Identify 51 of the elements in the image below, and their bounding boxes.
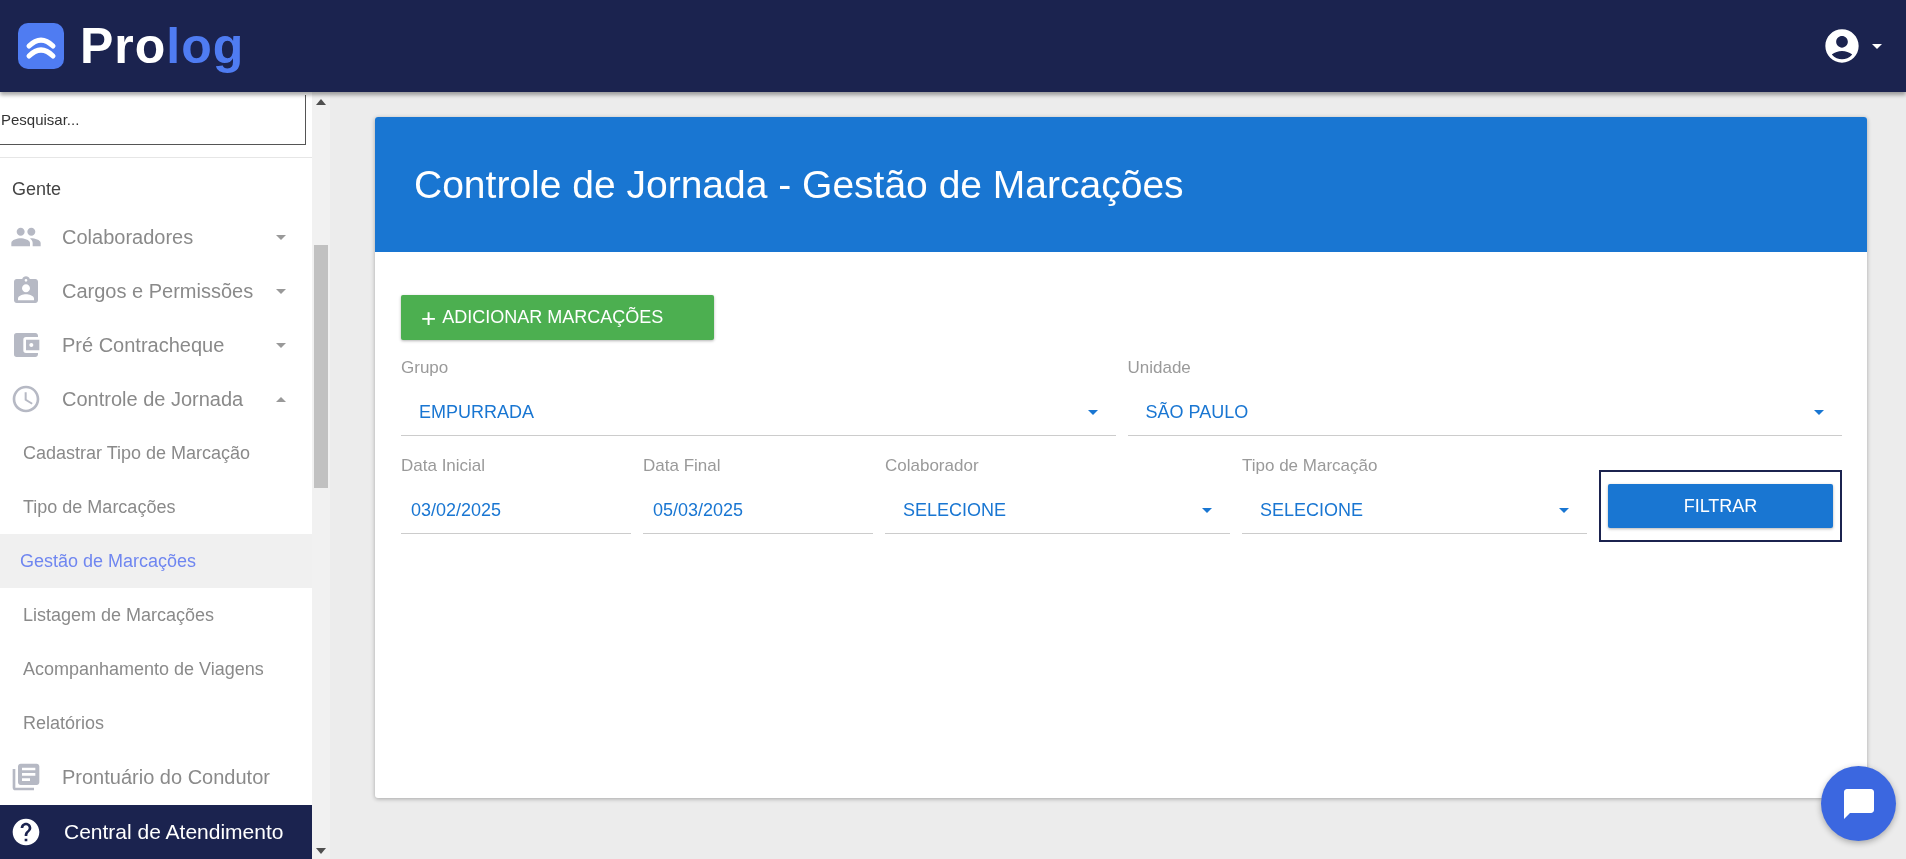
logo-wordmark: Prolog — [80, 21, 245, 71]
field-label: Unidade — [1127, 358, 1192, 378]
add-markings-button[interactable]: + ADICIONAR MARCAÇÕES — [401, 295, 714, 340]
sidebar-group-item[interactable]: Colaboradores — [0, 210, 312, 264]
logo-icon — [18, 23, 64, 69]
help-center-label: Central de Atendimento — [64, 820, 284, 844]
scroll-down-icon — [316, 847, 326, 855]
dropdown-caret-icon — [1202, 508, 1212, 513]
chat-button[interactable] — [1821, 766, 1896, 841]
search-field[interactable]: Pesquisar... — [0, 95, 306, 145]
dropdown-caret-icon — [1087, 410, 1098, 415]
sidebar-group-item[interactable]: Pré Contracheque — [0, 318, 312, 372]
sidebar-group-item[interactable]: Prontuário do Condutor — [0, 750, 312, 804]
scrollbar[interactable] — [312, 92, 330, 859]
caret-icon — [276, 342, 286, 348]
sidebar-sub-item[interactable]: Relatórios — [0, 696, 312, 750]
books-icon — [10, 761, 42, 793]
caret-icon — [276, 234, 286, 240]
sidebar-group-item[interactable]: Cargos e Permissões — [0, 264, 312, 318]
help-center-button[interactable]: Central de Atendimento — [0, 805, 312, 859]
filter-button[interactable]: FILTRAR — [1608, 484, 1833, 528]
help-icon — [10, 816, 42, 848]
sidebar-sub-item[interactable]: Listagem de Marcações — [0, 588, 312, 642]
user-avatar-icon — [1822, 26, 1862, 66]
sidebar-sub-item[interactable]: Acompanhamento de Viagens — [0, 642, 312, 696]
scroll-up-icon — [316, 98, 326, 106]
page-title: Controle de Jornada - Gestão de Marcações — [414, 162, 1184, 207]
field-label: Tipo de Marcação — [1242, 456, 1379, 476]
select-field[interactable]: SELECIONE — [1242, 488, 1587, 534]
field-label: Data Inicial — [401, 456, 487, 476]
select-field[interactable]: SELECIONE — [885, 488, 1230, 534]
user-menu-button[interactable] — [1822, 26, 1882, 66]
sidebar-sub-item[interactable]: Gestão de Marcações — [0, 534, 312, 588]
dropdown-caret-icon — [1559, 508, 1569, 513]
select-field[interactable]: EMPURRADA — [401, 390, 1116, 436]
sidebar-sub-item[interactable]: Cadastrar Tipo de Marcação — [0, 426, 312, 480]
dropdown-caret-icon — [1814, 410, 1824, 415]
date-input-field[interactable]: 03/02/2025 — [401, 488, 631, 534]
caret-icon — [276, 288, 286, 294]
sidebar-group-item[interactable]: Controle de Jornada — [0, 372, 312, 426]
field-label: Data Final — [643, 456, 722, 476]
select-field[interactable]: SÃO PAULO — [1127, 390, 1842, 436]
date-input-field[interactable]: 05/03/2025 — [643, 488, 873, 534]
clock-icon — [10, 383, 42, 415]
sidebar-sub-item[interactable]: Tipo de Marcações — [0, 480, 312, 534]
field-label: Grupo — [401, 358, 450, 378]
field-label: Colaborador — [885, 456, 980, 476]
caret-icon — [1872, 43, 1882, 49]
caret-icon — [276, 396, 286, 402]
section-heading: Gente — [11, 178, 63, 201]
scrollbar-thumb[interactable] — [314, 245, 328, 488]
